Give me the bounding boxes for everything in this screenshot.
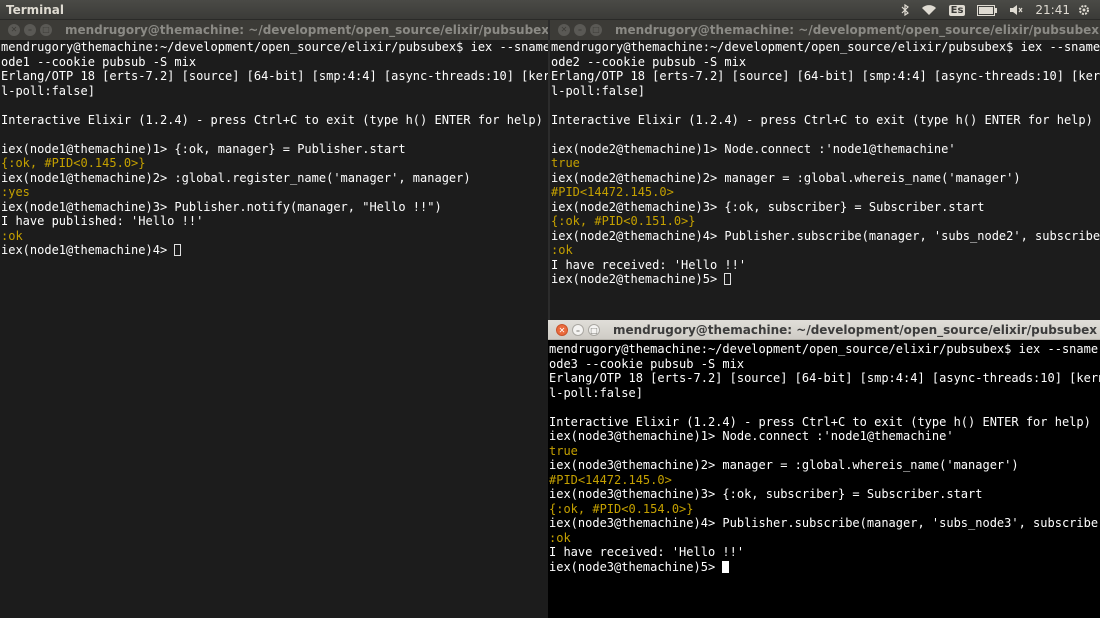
keyboard-icon[interactable]: Es	[948, 4, 966, 16]
terminal-line: ode2 --cookie pubsub -S mix	[551, 54, 747, 69]
terminal-line: iex(node3@themachine)4> Publisher.subscr…	[549, 516, 1100, 530]
window-title: mendrugory@themachine: ~/development/ope…	[613, 322, 1098, 337]
top-panel: Terminal Es 21:41	[0, 0, 1100, 20]
minimize-icon[interactable]: –	[24, 24, 36, 36]
minimize-icon[interactable]: –	[574, 24, 586, 36]
terminal-return-value: true	[551, 156, 580, 170]
terminal-line: mendrugory@themachine:~/development/open…	[551, 40, 1100, 54]
terminal-line: l-poll:false]	[549, 385, 643, 400]
terminal-line: l-poll:false]	[551, 83, 645, 98]
terminal-return-value: #PID<14472.145.0>	[549, 472, 672, 487]
terminal-line: iex(node1@themachine)3> Publisher.notify…	[1, 199, 442, 214]
terminal-line: iex(node1@themachine)2> :global.register…	[1, 170, 471, 185]
terminal-line: iex(node3@themachine)3> {:ok, subscriber…	[549, 487, 983, 501]
terminal-line: Interactive Elixir (1.2.4) - press Ctrl+…	[1, 112, 543, 127]
terminal-line: iex(node3@themachine)2> manager = :globa…	[549, 458, 1019, 472]
terminal-line: l-poll:false]	[1, 83, 95, 98]
terminal-output[interactable]: mendrugory@themachine:~/development/open…	[548, 340, 1100, 618]
terminal-line: mendrugory@themachine:~/development/open…	[549, 342, 1100, 356]
terminal-line: iex(node2@themachine)3> {:ok, subscriber…	[551, 199, 985, 214]
terminal-return-value: {:ok, #PID<0.145.0>}	[1, 156, 146, 170]
maximize-icon[interactable]: □	[590, 24, 602, 36]
terminal-line: iex(node1@themachine)4>	[1, 243, 548, 258]
terminal-line: Erlang/OTP 18 [erts-7.2] [source] [64-bi…	[551, 69, 1100, 83]
terminal-return-value: :ok	[1, 228, 23, 243]
window-controls: ✕ – □	[550, 24, 606, 36]
wifi-icon[interactable]	[921, 4, 937, 16]
terminal-line: I have received: 'Hello !!'	[551, 257, 747, 272]
window-titlebar[interactable]: ✕ – □ mendrugory@themachine: ~/developme…	[0, 20, 548, 40]
terminal-line: iex(node3@themachine)1> Node.connect :'n…	[549, 429, 954, 443]
text-cursor	[724, 273, 732, 285]
bluetooth-icon[interactable]	[901, 4, 909, 16]
terminal-return-value: {:ok, #PID<0.151.0>}	[551, 214, 696, 228]
minimize-icon[interactable]: –	[572, 323, 584, 336]
terminal-line: Erlang/OTP 18 [erts-7.2] [source] [64-bi…	[549, 371, 1100, 385]
terminal-window-node1[interactable]: ✕ – □ mendrugory@themachine: ~/developme…	[0, 20, 548, 618]
terminal-line: Interactive Elixir (1.2.4) - press Ctrl+…	[551, 112, 1093, 127]
window-controls: ✕ – □	[548, 323, 604, 336]
close-icon[interactable]: ✕	[8, 24, 20, 36]
close-icon[interactable]: ✕	[558, 24, 570, 36]
terminal-return-value: :yes	[1, 185, 30, 199]
terminal-output[interactable]: mendrugory@themachine:~/development/open…	[550, 40, 1100, 320]
text-cursor	[174, 244, 182, 256]
clock[interactable]: 21:41	[1035, 3, 1070, 17]
terminal-return-value: #PID<14472.145.0>	[551, 185, 674, 199]
terminal-line: I have received: 'Hello !!'	[549, 545, 745, 559]
window-titlebar[interactable]: ✕ – □ mendrugory@themachine: ~/developme…	[548, 320, 1100, 340]
terminal-return-value: {:ok, #PID<0.154.0>}	[549, 501, 694, 516]
window-title: mendrugory@themachine: ~/development/ope…	[615, 23, 1100, 37]
terminal-line: Interactive Elixir (1.2.4) - press Ctrl+…	[549, 414, 1091, 429]
terminal-line: iex(node1@themachine)1> {:ok, manager} =…	[1, 141, 406, 156]
terminal-line: iex(node2@themachine)5>	[551, 272, 1100, 287]
terminal-return-value: :ok	[549, 530, 571, 545]
window-controls: ✕ – □	[0, 24, 56, 36]
maximize-icon[interactable]: □	[588, 323, 600, 336]
gear-icon[interactable]	[1078, 4, 1090, 16]
terminal-line: iex(node2@themachine)1> Node.connect :'n…	[551, 141, 956, 156]
maximize-icon[interactable]: □	[40, 24, 52, 36]
terminal-return-value: true	[549, 443, 578, 458]
terminal-return-value: :ok	[551, 243, 573, 257]
terminal-window-node3[interactable]: ✕ – □ mendrugory@themachine: ~/developme…	[548, 320, 1100, 618]
battery-icon[interactable]	[977, 4, 998, 16]
text-cursor	[722, 560, 730, 573]
volume-icon[interactable]	[1009, 4, 1023, 16]
terminal-line: ode1 --cookie pubsub -S mix	[1, 54, 197, 69]
terminal-line: Erlang/OTP 18 [erts-7.2] [source] [64-bi…	[1, 69, 548, 83]
window-titlebar[interactable]: ✕ – □ mendrugory@themachine: ~/developme…	[550, 20, 1100, 40]
close-icon[interactable]: ✕	[556, 323, 568, 336]
window-title: mendrugory@themachine: ~/development/ope…	[65, 23, 548, 37]
terminal-line: mendrugory@themachine:~/development/open…	[1, 40, 548, 54]
terminal-line: I have published: 'Hello !!'	[1, 214, 204, 228]
terminal-line: iex(node2@themachine)4> Publisher.subscr…	[551, 228, 1100, 243]
active-app-name: Terminal	[6, 2, 65, 17]
terminal-line: ode3 --cookie pubsub -S mix	[549, 356, 745, 371]
terminal-window-node2[interactable]: ✕ – □ mendrugory@themachine: ~/developme…	[550, 20, 1100, 320]
system-tray: Es 21:41	[901, 0, 1100, 20]
terminal-output[interactable]: mendrugory@themachine:~/development/open…	[0, 40, 548, 618]
terminal-line: iex(node3@themachine)5>	[549, 560, 1100, 575]
terminal-line: iex(node2@themachine)2> manager = :globa…	[551, 170, 1021, 185]
